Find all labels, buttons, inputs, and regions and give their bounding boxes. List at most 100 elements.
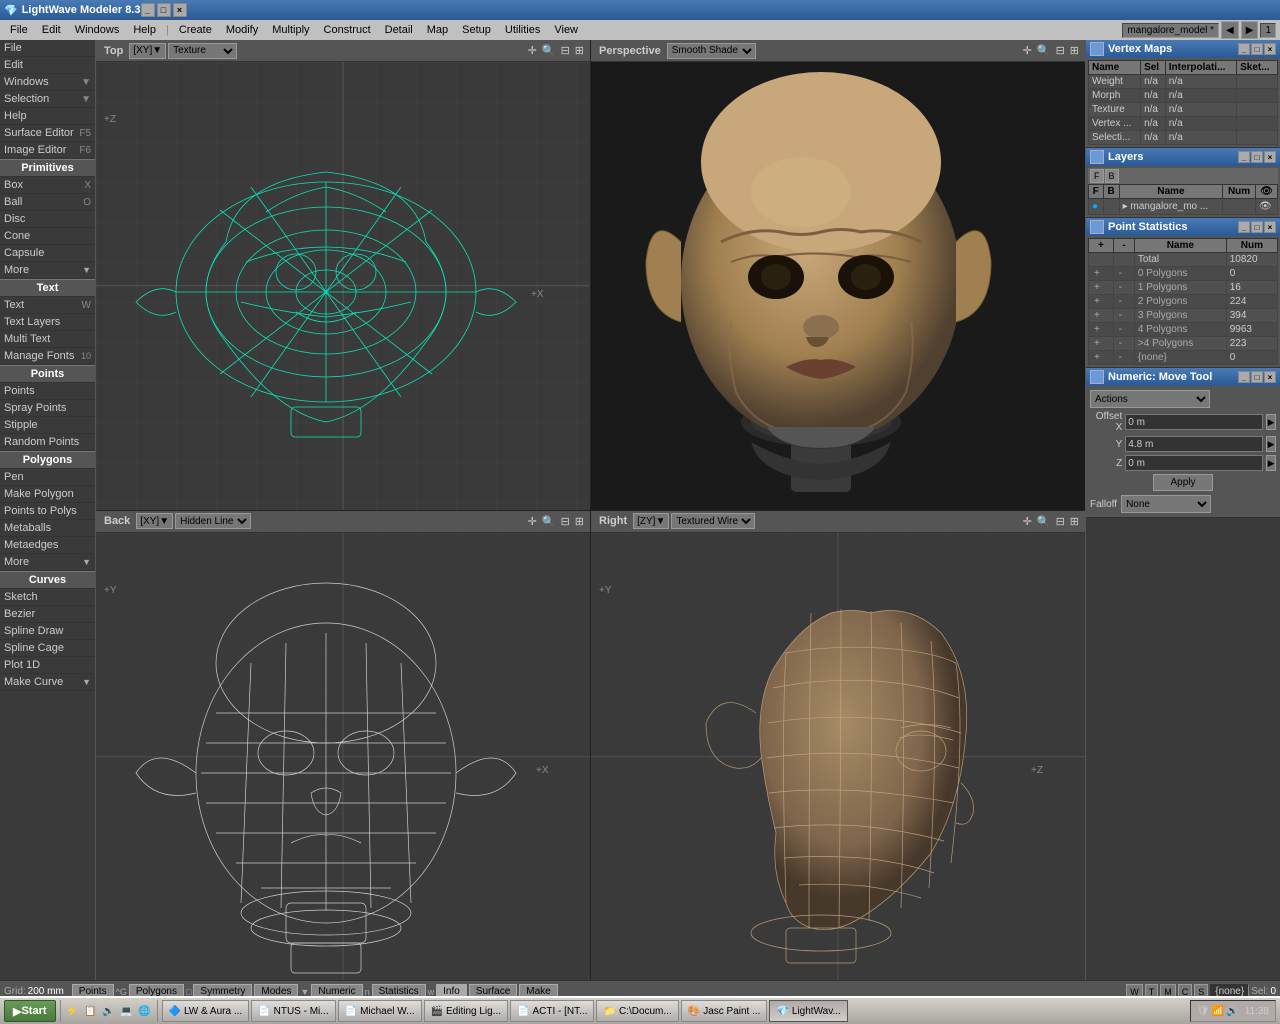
sidebar-item-capsule[interactable]: Capsule [0, 245, 95, 262]
vm-maximize[interactable]: □ [1251, 43, 1263, 55]
taskbar-app-docum[interactable]: 📁 C:\Docum... [596, 1000, 678, 1022]
vp-right-zoom-icon[interactable]: 🔍 [1035, 515, 1053, 528]
z-arrow[interactable]: ▶ [1266, 455, 1276, 471]
falloff-select[interactable]: None Linear Radial [1121, 495, 1211, 513]
tray-icon-3[interactable]: 🔊 [101, 1003, 117, 1019]
sidebar-item-spray-points[interactable]: Spray Points [0, 400, 95, 417]
vp-right-fit-icon[interactable]: ⊞ [1068, 515, 1081, 528]
minimize-button[interactable]: _ [141, 3, 155, 17]
vm-row-texture[interactable]: Texture n/a n/a [1089, 103, 1278, 117]
sidebar-item-metaballs[interactable]: Metaballs [0, 520, 95, 537]
z-input[interactable] [1125, 455, 1263, 471]
vp-back-mode-btn[interactable]: [XY]▼ [136, 513, 173, 529]
vp-persp-zoom-icon[interactable]: 🔍 [1035, 44, 1053, 57]
y-arrow[interactable]: ▶ [1266, 436, 1276, 452]
layers-minimize[interactable]: _ [1238, 151, 1250, 163]
vp-back-move-icon[interactable]: ✛ [526, 515, 539, 528]
vp-back-render-select[interactable]: Hidden Line Wireframe [175, 513, 251, 529]
vm-row-morph[interactable]: Morph n/a n/a [1089, 89, 1278, 103]
viewport-back[interactable]: Back [XY]▼ Hidden Line Wireframe ✛ 🔍 ⊟ ⊞ [96, 511, 590, 981]
layer-b-btn[interactable]: B [1105, 169, 1119, 183]
nm-minimize[interactable]: _ [1238, 371, 1250, 383]
sidebar-item-text[interactable]: Text W [0, 297, 95, 314]
apply-button[interactable]: Apply [1153, 474, 1212, 491]
sidebar-item-box[interactable]: Box X [0, 177, 95, 194]
sidebar-item-more-primitives[interactable]: More ▼ [0, 262, 95, 279]
tray-icon-4[interactable]: 💻 [119, 1003, 135, 1019]
vp-zoom-out-icon[interactable]: ⊟ [559, 44, 572, 57]
vm-row-vertex[interactable]: Vertex ... n/a n/a [1089, 117, 1278, 131]
vp-right-zoom2-icon[interactable]: ⊟ [1054, 515, 1067, 528]
vp-perspective-render-select[interactable]: Smooth Shade Textured [667, 43, 756, 59]
vp-persp-zoom2-icon[interactable]: ⊟ [1054, 44, 1067, 57]
sidebar-item-pen[interactable]: Pen [0, 469, 95, 486]
menu-map[interactable]: Map [421, 23, 454, 37]
menu-construct[interactable]: Construct [318, 23, 377, 37]
y-input[interactable] [1125, 436, 1263, 452]
vp-back-zoom2-icon[interactable]: ⊟ [559, 515, 572, 528]
nav-prev-button[interactable]: ◀ [1221, 21, 1239, 39]
sidebar-item-spline-draw[interactable]: Spline Draw [0, 623, 95, 640]
menu-windows[interactable]: Windows [69, 23, 126, 37]
menu-help[interactable]: Help [127, 23, 162, 37]
vm-close[interactable]: × [1264, 43, 1276, 55]
vp-right-render-select[interactable]: Textured Wire Wireframe [671, 513, 755, 529]
ps-minimize[interactable]: _ [1238, 221, 1250, 233]
nm-maximize[interactable]: □ [1251, 371, 1263, 383]
vp-move-icon[interactable]: ✛ [526, 44, 539, 57]
vp-right-move-icon[interactable]: ✛ [1021, 515, 1034, 528]
taskbar-app-michael[interactable]: 📄 Michael W... [338, 1000, 422, 1022]
sidebar-item-spline-cage[interactable]: Spline Cage [0, 640, 95, 657]
vm-row-weight[interactable]: Weight n/a n/a [1089, 75, 1278, 89]
vp-right-canvas[interactable]: +Y +Z [591, 533, 1085, 981]
nav-next-button[interactable]: ▶ [1241, 21, 1259, 39]
sidebar-item-stipple[interactable]: Stipple [0, 417, 95, 434]
actions-select[interactable]: Actions [1090, 390, 1210, 408]
vp-persp-fit-icon[interactable]: ⊞ [1068, 44, 1081, 57]
sidebar-item-windows[interactable]: Windows ▼ [0, 74, 95, 91]
menu-view[interactable]: View [548, 23, 584, 37]
vp-top-render-select[interactable]: Texture Wireframe [168, 43, 237, 59]
sidebar-item-cone[interactable]: Cone [0, 228, 95, 245]
menu-file[interactable]: File [4, 23, 34, 37]
taskbar-app-lw-aura[interactable]: 🔷 LW & Aura ... [162, 1000, 250, 1022]
sidebar-item-make-curve[interactable]: Make Curve ▼ [0, 674, 95, 691]
vp-back-fit-icon[interactable]: ⊞ [573, 515, 586, 528]
sidebar-item-file[interactable]: File [0, 40, 95, 57]
vp-fit-icon[interactable]: ⊞ [573, 44, 586, 57]
sidebar-item-manage-fonts[interactable]: Manage Fonts 10 [0, 348, 95, 365]
taskbar-app-jasc[interactable]: 🎨 Jasc Paint ... [681, 1000, 768, 1022]
layer-f-btn[interactable]: F [1090, 169, 1104, 183]
menu-modify[interactable]: Modify [220, 23, 264, 37]
sidebar-item-selection[interactable]: Selection ▼ [0, 91, 95, 108]
tray-icon-1[interactable]: ⚡ [65, 1003, 81, 1019]
tray-icon-2[interactable]: 📋 [83, 1003, 99, 1019]
layers-close[interactable]: × [1264, 151, 1276, 163]
sidebar-item-random-points[interactable]: Random Points [0, 434, 95, 451]
sidebar-item-make-polygon[interactable]: Make Polygon [0, 486, 95, 503]
menu-edit[interactable]: Edit [36, 23, 67, 37]
sidebar-item-image-editor[interactable]: Image Editor F6 [0, 142, 95, 159]
start-button[interactable]: ▶ Start [4, 1000, 56, 1022]
sidebar-item-edit[interactable]: Edit [0, 57, 95, 74]
layer-row-mangalore[interactable]: ● ▸ mangalore_mo ... 👁 [1089, 199, 1278, 215]
vm-minimize[interactable]: _ [1238, 43, 1250, 55]
menu-multiply[interactable]: Multiply [266, 23, 315, 37]
menu-detail[interactable]: Detail [379, 23, 419, 37]
sidebar-item-points[interactable]: Points [0, 383, 95, 400]
viewport-perspective[interactable]: Perspective Smooth Shade Textured ✛ 🔍 ⊟ … [591, 40, 1085, 510]
vp-persp-move-icon[interactable]: ✛ [1021, 44, 1034, 57]
nm-close[interactable]: × [1264, 371, 1276, 383]
taskbar-app-acti[interactable]: 📄 ACTI - [NT... [510, 1000, 594, 1022]
sidebar-item-help[interactable]: Help [0, 108, 95, 125]
vp-zoom-in-icon[interactable]: 🔍 [540, 44, 558, 57]
sidebar-item-plot-1d[interactable]: Plot 1D [0, 657, 95, 674]
menu-create[interactable]: Create [173, 23, 218, 37]
vp-perspective-canvas[interactable] [591, 62, 1085, 510]
maximize-button[interactable]: □ [157, 3, 171, 17]
menu-utilities[interactable]: Utilities [499, 23, 546, 37]
ps-maximize[interactable]: □ [1251, 221, 1263, 233]
sidebar-item-sketch[interactable]: Sketch [0, 589, 95, 606]
sidebar-item-text-layers[interactable]: Text Layers [0, 314, 95, 331]
offset-x-input[interactable] [1125, 414, 1263, 430]
